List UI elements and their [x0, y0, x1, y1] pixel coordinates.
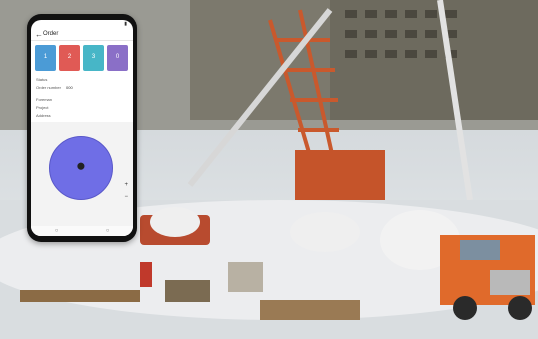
status-bar: ▮ [31, 20, 133, 28]
mixer-truck-center [290, 212, 360, 252]
bottom-nav: ○ ○ [31, 226, 133, 236]
timber-stack [20, 290, 140, 302]
address-label: Address [36, 113, 51, 118]
summary-tiles: 1 2 3 0 [31, 41, 133, 74]
tile-2[interactable]: 2 [59, 45, 80, 71]
phone-screen: ▮ ← Order 1 2 3 0 Status Order number 00… [31, 20, 133, 236]
home-icon[interactable]: ○ [55, 228, 59, 234]
tile-3-count: 3 [91, 54, 96, 60]
tile-4[interactable]: 0 [107, 45, 128, 71]
crane-cab [295, 150, 385, 205]
app-header: ← Order [31, 28, 133, 41]
menu-icon[interactable]: ○ [106, 228, 110, 234]
location-map[interactable]: ⬤ + − ○ ○ [31, 122, 133, 236]
zoom-in-button[interactable]: + [124, 182, 128, 188]
order-number-value: 000 [66, 85, 73, 90]
tile-1[interactable]: 1 [35, 45, 56, 71]
status-label: Status [36, 77, 48, 82]
tile-3[interactable]: 3 [83, 45, 104, 71]
order-number-label: Order number [36, 85, 61, 90]
project-row: Project [36, 104, 128, 112]
tile-2-count: 2 [67, 54, 72, 60]
location-pin-icon: ⬤ [77, 163, 85, 170]
zoom-out-button[interactable]: − [124, 194, 128, 200]
foreman-label: Foreman [36, 97, 53, 102]
order-number-row: Order number 000 [36, 84, 128, 96]
back-arrow-icon[interactable]: ← [35, 30, 43, 39]
page-title: Order [43, 31, 59, 37]
status-row: Status [36, 76, 128, 84]
tile-1-count: 1 [43, 54, 48, 60]
cement-bags [228, 262, 263, 292]
foreman-row: Foreman [36, 96, 128, 104]
smartphone: ▮ ← Order 1 2 3 0 Status Order number 00… [27, 14, 137, 242]
order-details: Status Order number 000 Foreman Project … [31, 74, 133, 126]
project-label: Project [36, 105, 49, 110]
battery-icon: ▮ [124, 21, 127, 27]
tile-4-count: 0 [115, 54, 120, 60]
app-promo-scene: ▮ ← Order 1 2 3 0 Status Order number 00… [0, 0, 538, 339]
